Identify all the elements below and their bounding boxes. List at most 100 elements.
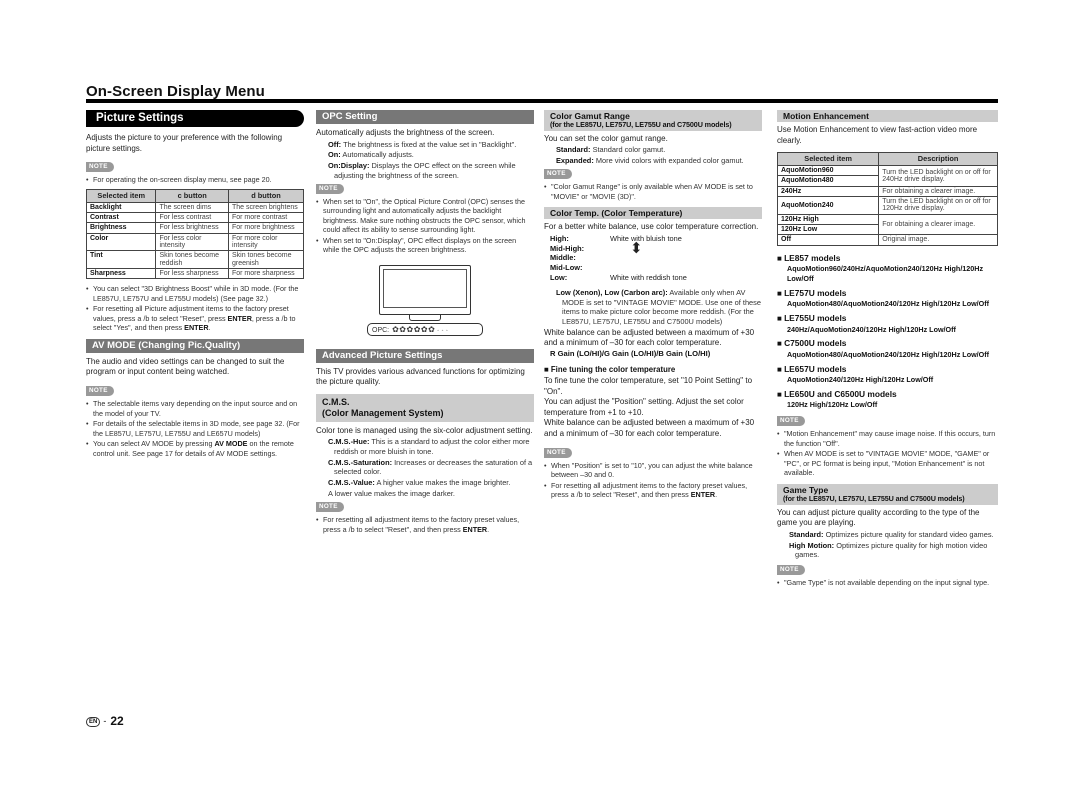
table-row: Contrast For less contrast For more contra… — [85, 211, 305, 224]
table-header: c button — [155, 188, 229, 203]
opc-heading: OPC Setting — [316, 110, 534, 124]
tv-stand-icon — [409, 314, 441, 321]
picture-settings-intro: Adjusts the picture to your preference w… — [86, 133, 283, 153]
def-desc: The brightness is fixed at the value set… — [343, 139, 517, 149]
temp-level-desc: White with reddish tone — [610, 273, 687, 282]
def-term: Off: — [328, 139, 342, 149]
column-picture-settings: Picture Settings Adjusts the picture to … — [85, 110, 305, 462]
opc-level-filled-icon: ✿ — [392, 324, 399, 334]
table-header: Selected item — [85, 188, 157, 203]
motion-heading: Motion Enhancement — [777, 110, 998, 123]
model-name: LE755U models — [777, 313, 998, 325]
model-block: C7500U modelsAquoMotion480/AquoMotion240… — [777, 338, 998, 359]
gamut-heading: Color Gamut Range (for the LE857U, LE757… — [544, 110, 762, 131]
opc-level-filled-icon: ✿ — [406, 324, 413, 334]
motion-notes: "Motion Enhancement" may cause image noi… — [777, 429, 998, 478]
def-term: Standard: — [789, 529, 824, 539]
definition-item: C.M.S.-Value: A higher value makes the i… — [322, 478, 534, 488]
model-name: LE657U models — [777, 364, 998, 376]
def-desc: Standard color gamut. — [592, 145, 666, 155]
definition-item: Standard: Optimizes picture quality for … — [783, 530, 998, 540]
opc-intro: Automatically adjusts the brightness of … — [316, 128, 495, 137]
temp-level: Mid-Low: — [550, 263, 583, 273]
table-cell-less: For less sharpness — [155, 268, 229, 280]
table-row: AquoMotion960 Turn the LED backlight on o… — [776, 165, 998, 187]
note-item: For operating the on-screen display menu… — [86, 175, 304, 185]
model-name: LE757U models — [777, 288, 998, 300]
model-name: C7500U models — [777, 338, 998, 350]
table-cell-more: Skin tones become greenish — [227, 250, 305, 270]
table-cell-less: The screen dims — [155, 201, 229, 214]
table-row: Backlight The screen dims The screen brigh… — [85, 201, 305, 214]
definition-item: High Motion: Optimizes picture quality f… — [783, 541, 998, 561]
table-cell-more: For more contrast — [227, 211, 305, 224]
advanced-intro: This TV provides various advanced functi… — [316, 366, 525, 387]
page-number: 22 — [110, 714, 124, 728]
cms-notes: For resetting all adjustment items to th… — [316, 515, 534, 534]
note-item: When "Position" is set to "10", you can … — [544, 461, 762, 480]
definition-item: Standard: Standard color gamut. — [550, 145, 762, 155]
note-tag: NOTE — [86, 386, 114, 397]
definition-item: C.M.S.-Hue: This is a standard to adjust… — [322, 437, 534, 457]
table-cell-item: Color — [85, 232, 157, 252]
picture-settings-heading: Picture Settings — [86, 110, 304, 127]
def-term: On: — [328, 150, 341, 160]
note-tag: NOTE — [86, 162, 114, 173]
avmode-intro: The audio and video settings can be chan… — [86, 356, 285, 377]
def-desc: A higher value makes the image brighter. — [376, 478, 511, 488]
note-item: For resetting all adjustment items to th… — [316, 515, 534, 534]
temp-intro: For a better white balance, use color te… — [544, 222, 759, 232]
opc-notes: When set to "On", the Optical Picture Co… — [316, 197, 534, 255]
temp-notes: When "Position" is set to "10", you can … — [544, 461, 762, 500]
note-item: The selectable items vary depending on t… — [86, 399, 304, 418]
model-options: AquoMotion960/240Hz/AquoMotion240/120Hz … — [787, 264, 984, 284]
def-desc: Optimizes picture quality for standard v… — [825, 529, 994, 539]
table-cell-more: For more color intensity — [227, 232, 305, 252]
table-cell-desc: Turn the LED backlight on or off for 120… — [878, 196, 998, 215]
cms-intro: Color tone is managed using the six-colo… — [316, 425, 533, 435]
table-row: Brightness For less brightness For more br… — [85, 222, 305, 234]
table-cell-less: For less contrast — [155, 211, 229, 224]
opc-tv-illustration: OPC: ✿✿✿✿✿✿ ◦ ◦ ◦ — [365, 261, 485, 341]
note-tag: NOTE — [316, 183, 344, 194]
def-term: High Motion: — [789, 540, 835, 550]
def-term: On:Display: — [328, 161, 370, 171]
cms-after: A lower value makes the image darker. — [328, 488, 455, 498]
temp-level: Mid-High: — [550, 243, 585, 253]
note-item: "Motion Enhancement" may cause image noi… — [777, 429, 998, 448]
def-term: C.M.S.-Saturation: — [328, 457, 393, 467]
opc-level-icons: ✿✿✿✿✿✿ ◦ ◦ ◦ — [391, 324, 448, 334]
table-cell-desc: For obtaining a clearer image. — [878, 185, 998, 198]
table-cell-item: Brightness — [85, 222, 157, 234]
column-opc-advanced: OPC Setting Automatically adjusts the br… — [316, 110, 534, 538]
note-tag: NOTE — [316, 501, 344, 513]
gamut-intro: You can set the color gamut range. — [544, 133, 668, 143]
table-cell-less: Skin tones become reddish — [155, 250, 229, 270]
low-xenon-def: Low (Xenon), Low (Carbon arc): Available… — [550, 288, 762, 327]
table-header: Description — [878, 152, 998, 167]
bullet-reset: For resetting all Picture adjustment ite… — [86, 304, 304, 333]
def-term: C.M.S.-Value: — [328, 478, 375, 488]
page-footer: EN - 22 — [86, 714, 124, 730]
opc-level-filled-icon: ✿ — [413, 324, 421, 334]
gamut-subtitle: (for the LE857U, LE757U, LE755U and C750… — [550, 120, 732, 130]
language-badge-icon: EN — [86, 716, 101, 727]
table-cell-item: 120Hz High — [776, 213, 880, 226]
definition-item: On: Automatically adjusts. — [322, 150, 534, 160]
note-item: For details of the selectable items in 3… — [86, 419, 304, 438]
model-options: AquoMotion480/AquoMotion240/120Hz High/1… — [787, 349, 990, 359]
table-row: 120Hz High For obtaining a clearer image. — [776, 213, 998, 236]
opc-level-filled-icon: ✿ — [428, 324, 435, 334]
table-row: Tint Skin tones become reddish Skin tones … — [85, 250, 305, 270]
opc-level-filled-icon: ✿ — [399, 324, 406, 334]
table-cell-item: 120Hz Low — [776, 224, 880, 236]
table-cell-item: Tint — [85, 250, 157, 270]
bullet-3d-boost: You can select "3D Brightness Boost" whi… — [86, 284, 304, 303]
model-options: AquoMotion240/120Hz High/120Hz Low/Off — [787, 375, 934, 385]
table-cell-item: Off — [776, 234, 880, 246]
def-term: Low (Xenon), Low (Carbon arc): — [556, 287, 668, 297]
fine-p1: To fine tune the color temperature, set … — [544, 376, 753, 396]
model-block: LE857 modelsAquoMotion960/240Hz/AquoMoti… — [777, 253, 998, 284]
opc-level-filled-icon: ✿ — [420, 324, 428, 334]
table-cell-desc: For obtaining a clearer image. — [878, 213, 998, 236]
